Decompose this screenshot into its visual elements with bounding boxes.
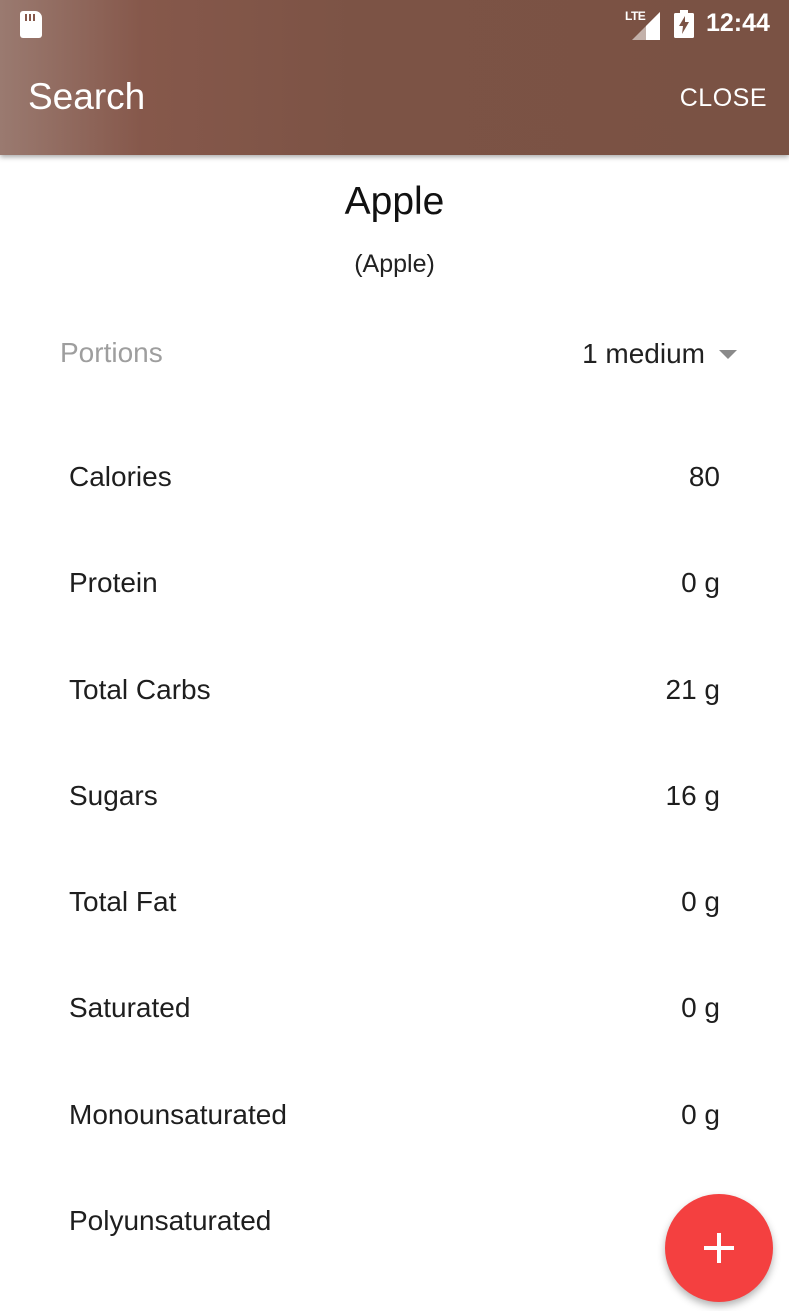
status-bar: LTE 12:44 <box>0 0 789 50</box>
nutrient-list: Calories 80 Protein 0 g Total Carbs 21 g… <box>0 425 789 1275</box>
nutrient-label: Monounsaturated <box>69 1098 287 1130</box>
nutrient-label: Total Carbs <box>69 673 211 705</box>
nutrient-row-total-fat: Total Fat 0 g <box>0 850 789 956</box>
nutrient-row-sugars: Sugars 16 g <box>0 744 789 850</box>
nutrient-label: Polyunsaturated <box>69 1205 272 1237</box>
nutrient-value: 0 g <box>681 567 720 599</box>
food-subtitle: (Apple) <box>354 250 435 278</box>
sd-card-icon <box>20 11 42 38</box>
page-title: Search <box>28 76 146 117</box>
plus-icon <box>704 1233 734 1263</box>
nutrient-label: Total Fat <box>69 886 177 918</box>
app-header: LTE 12:44 Search CLOSE <box>0 0 789 155</box>
add-food-button[interactable] <box>665 1194 773 1302</box>
nutrient-row-monounsaturated: Monounsaturated 0 g <box>0 1063 789 1169</box>
food-name: Apple <box>344 180 445 223</box>
nutrient-label: Protein <box>69 567 158 599</box>
close-button[interactable]: CLOSE <box>680 86 767 111</box>
nutrient-value: 0 g <box>681 886 720 918</box>
nutrient-row-calories: Calories 80 <box>0 425 789 531</box>
nutrient-value: 21 g <box>665 673 721 705</box>
nutrient-value: 80 <box>688 461 720 492</box>
nutrient-row-saturated: Saturated 0 g <box>0 956 789 1062</box>
nutrient-value: 0 g <box>681 1098 720 1130</box>
nutrient-row-protein: Protein 0 g <box>0 531 789 637</box>
portion-dropdown[interactable]: 1 medium <box>582 336 737 372</box>
network-type: LTE <box>625 9 646 23</box>
nutrient-value: 0 g <box>681 992 720 1024</box>
portion-selected-value: 1 medium <box>582 338 705 369</box>
nutrient-label: Calories <box>69 461 172 492</box>
nutrient-label: Sugars <box>69 779 158 811</box>
nutrient-label: Saturated <box>69 992 191 1024</box>
nutrient-row-total-carbs: Total Carbs 21 g <box>0 638 789 744</box>
portions-label: Portions <box>60 337 163 368</box>
status-time: 12:44 <box>706 9 770 37</box>
nutrient-value: 16 g <box>665 779 721 811</box>
battery-charging-icon <box>674 10 694 38</box>
caret-down-icon <box>719 349 737 359</box>
